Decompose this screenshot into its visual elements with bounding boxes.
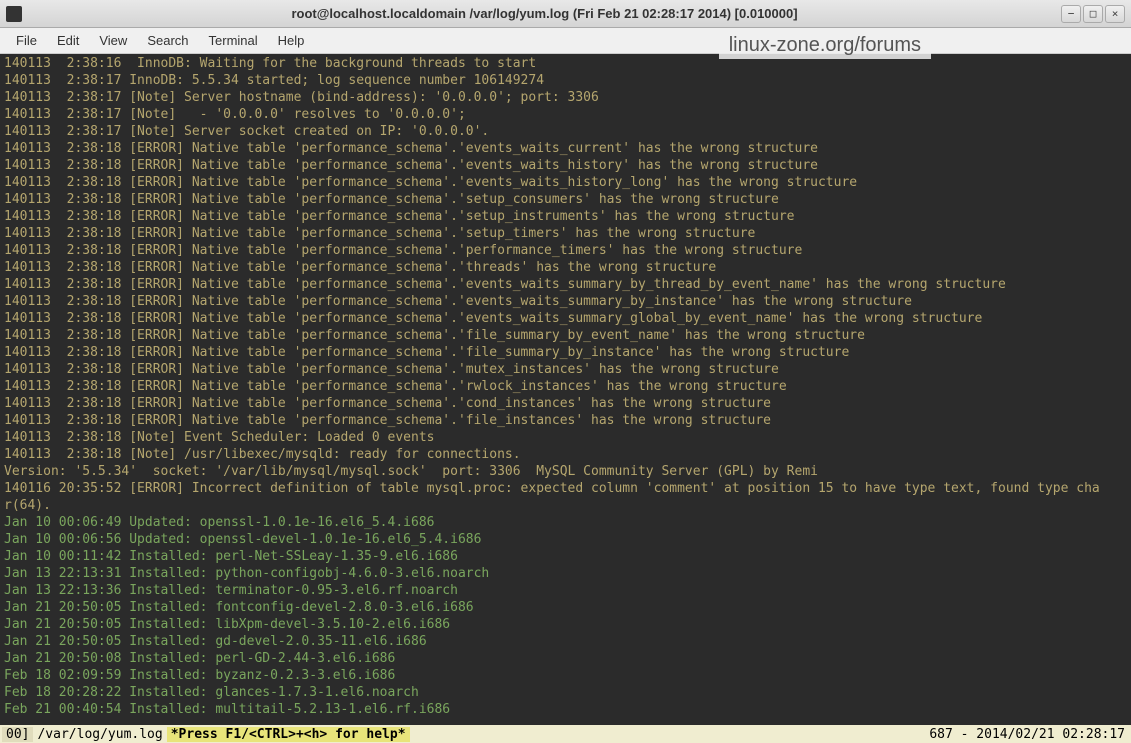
menu-help[interactable]: Help <box>268 30 315 51</box>
minimize-button[interactable]: − <box>1061 5 1081 23</box>
menu-search[interactable]: Search <box>137 30 198 51</box>
maximize-button[interactable]: □ <box>1083 5 1103 23</box>
log-line: Feb 18 02:09:59 Installed: byzanz-0.2.3-… <box>4 667 1127 684</box>
log-line: 140113 2:38:18 [Note] Event Scheduler: L… <box>4 429 1127 446</box>
log-line: 140113 2:38:18 [ERROR] Native table 'per… <box>4 259 1127 276</box>
status-help-hint: *Press F1/<CTRL>+<h> for help* <box>167 727 410 742</box>
titlebar[interactable]: root@localhost.localdomain /var/log/yum.… <box>0 0 1131 28</box>
log-line: 140113 2:38:18 [ERROR] Native table 'per… <box>4 174 1127 191</box>
log-line: Jan 10 00:06:49 Updated: openssl-1.0.1e-… <box>4 514 1127 531</box>
log-line: 140113 2:38:18 [ERROR] Native table 'per… <box>4 344 1127 361</box>
log-line: Version: '5.5.34' socket: '/var/lib/mysq… <box>4 463 1127 480</box>
log-line: Feb 21 00:40:54 Installed: multitail-5.2… <box>4 701 1127 718</box>
terminal-window: root@localhost.localdomain /var/log/yum.… <box>0 0 1131 743</box>
status-filepath: /var/log/yum.log <box>33 727 166 742</box>
terminal-output[interactable]: 140113 2:38:16 InnoDB: Waiting for the b… <box>0 54 1131 725</box>
app-icon <box>6 6 22 22</box>
log-line: Jan 21 20:50:05 Installed: libXpm-devel-… <box>4 616 1127 633</box>
log-line: Feb 18 20:28:22 Installed: glances-1.7.3… <box>4 684 1127 701</box>
log-line: 140113 2:38:16 InnoDB: Waiting for the b… <box>4 55 1127 72</box>
log-line: 140113 2:38:18 [ERROR] Native table 'per… <box>4 293 1127 310</box>
status-index: 00] <box>2 727 33 742</box>
log-line: 140113 2:38:18 [ERROR] Native table 'per… <box>4 242 1127 259</box>
log-line: Jan 13 22:13:36 Installed: terminator-0.… <box>4 582 1127 599</box>
status-position: 687 - 2014/02/21 02:28:17 <box>925 727 1129 742</box>
log-line: 140113 2:38:18 [ERROR] Native table 'per… <box>4 412 1127 429</box>
menu-file[interactable]: File <box>6 30 47 51</box>
log-line: 140113 2:38:18 [ERROR] Native table 'per… <box>4 310 1127 327</box>
menu-terminal[interactable]: Terminal <box>199 30 268 51</box>
log-line: 140113 2:38:17 [Note] - '0.0.0.0' resolv… <box>4 106 1127 123</box>
log-line: 140113 2:38:18 [ERROR] Native table 'per… <box>4 378 1127 395</box>
menu-view[interactable]: View <box>89 30 137 51</box>
log-line: 140113 2:38:18 [ERROR] Native table 'per… <box>4 276 1127 293</box>
log-line: 140113 2:38:18 [ERROR] Native table 'per… <box>4 157 1127 174</box>
log-line: 140113 2:38:18 [ERROR] Native table 'per… <box>4 208 1127 225</box>
log-line: Jan 21 20:50:05 Installed: fontconfig-de… <box>4 599 1127 616</box>
log-line: 140113 2:38:18 [ERROR] Native table 'per… <box>4 225 1127 242</box>
window-title: root@localhost.localdomain /var/log/yum.… <box>28 6 1061 21</box>
log-line: 140113 2:38:18 [ERROR] Native table 'per… <box>4 395 1127 412</box>
log-line: 140113 2:38:17 InnoDB: 5.5.34 started; l… <box>4 72 1127 89</box>
log-line: 140113 2:38:18 [ERROR] Native table 'per… <box>4 327 1127 344</box>
log-line: 140113 2:38:17 [Note] Server hostname (b… <box>4 89 1127 106</box>
statusbar: 00] /var/log/yum.log *Press F1/<CTRL>+<h… <box>0 725 1131 743</box>
log-line: 140113 2:38:18 [ERROR] Native table 'per… <box>4 191 1127 208</box>
menu-edit[interactable]: Edit <box>47 30 89 51</box>
log-line: Jan 13 22:13:31 Installed: python-config… <box>4 565 1127 582</box>
window-controls: − □ × <box>1061 5 1125 23</box>
log-line: Jan 10 00:06:56 Updated: openssl-devel-1… <box>4 531 1127 548</box>
log-line: 140116 20:35:52 [ERROR] Incorrect defini… <box>4 480 1127 497</box>
log-line: Jan 10 00:11:42 Installed: perl-Net-SSLe… <box>4 548 1127 565</box>
log-line: Jan 21 20:50:05 Installed: gd-devel-2.0.… <box>4 633 1127 650</box>
log-line: 140113 2:38:18 [Note] /usr/libexec/mysql… <box>4 446 1127 463</box>
log-line: 140113 2:38:18 [ERROR] Native table 'per… <box>4 140 1127 157</box>
log-line: r(64). <box>4 497 1127 514</box>
watermark-text: linux-zone.org/forums <box>719 32 931 59</box>
menubar: File Edit View Search Terminal Help <box>0 28 1131 54</box>
close-button[interactable]: × <box>1105 5 1125 23</box>
log-line: 140113 2:38:18 [ERROR] Native table 'per… <box>4 361 1127 378</box>
log-line: 140113 2:38:17 [Note] Server socket crea… <box>4 123 1127 140</box>
log-line: Jan 21 20:50:08 Installed: perl-GD-2.44-… <box>4 650 1127 667</box>
